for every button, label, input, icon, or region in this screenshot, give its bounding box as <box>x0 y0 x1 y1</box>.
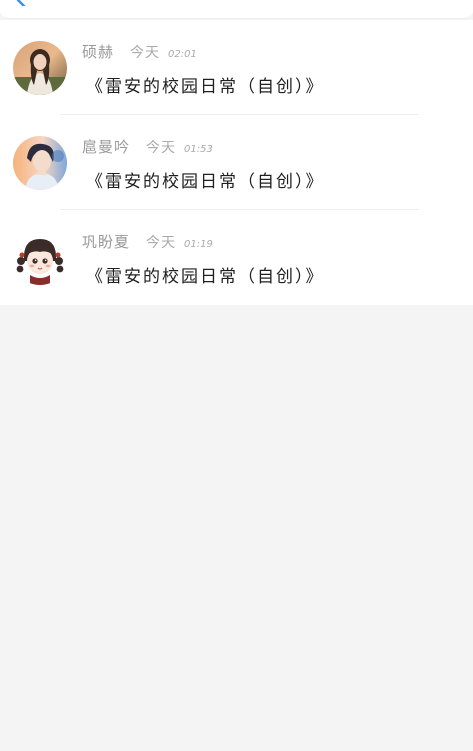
anime-girl-avatar-icon <box>13 231 67 285</box>
post-day: 今天 <box>146 140 177 156</box>
list-item[interactable]: 扈曼吟 今天 01:53 《雷安的校园日常（自创）》 <box>0 115 473 210</box>
item-meta: 扈曼吟 今天 01:53 <box>82 136 213 156</box>
list-item[interactable]: 巩盼夏 今天 01:19 《雷安的校园日常（自创）》 <box>0 210 473 305</box>
avatar[interactable] <box>13 231 67 285</box>
post-time: 01:19 <box>184 239 213 250</box>
avatar[interactable] <box>13 41 67 95</box>
author-name[interactable]: 硕赫 <box>82 41 114 62</box>
post-time: 02:01 <box>168 49 197 60</box>
list-item[interactable]: 硕赫 今天 02:01 《雷安的校园日常（自创）》 <box>0 20 473 115</box>
post-time: 01:53 <box>184 144 213 155</box>
comment-list: 硕赫 今天 02:01 《雷安的校园日常（自创）》 扈曼吟 今天 01:53 《… <box>0 20 473 305</box>
post-day: 今天 <box>146 235 177 251</box>
item-meta: 硕赫 今天 02:01 <box>82 41 197 61</box>
back-arrow-icon[interactable] <box>14 0 28 6</box>
author-name[interactable]: 巩盼夏 <box>82 231 130 252</box>
boy-photo-avatar-icon <box>13 136 67 190</box>
empty-area <box>0 306 473 751</box>
post-day: 今天 <box>130 45 161 61</box>
girl-photo-avatar-icon <box>13 41 67 95</box>
author-name[interactable]: 扈曼吟 <box>82 136 130 157</box>
avatar[interactable] <box>13 136 67 190</box>
item-meta: 巩盼夏 今天 01:19 <box>82 231 213 251</box>
item-title[interactable]: 《雷安的校园日常（自创）》 <box>86 167 325 192</box>
top-bar <box>0 0 473 19</box>
item-title[interactable]: 《雷安的校园日常（自创）》 <box>86 262 325 287</box>
item-title[interactable]: 《雷安的校园日常（自创）》 <box>86 72 325 97</box>
